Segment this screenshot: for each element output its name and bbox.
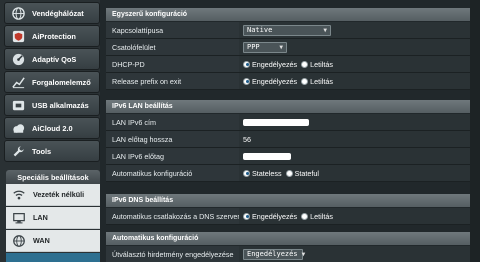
- sidebar-item-ipv6[interactable]: [6, 253, 100, 262]
- sidebar-item-label: LAN: [33, 213, 48, 222]
- ipv6-dns-table: Automatikus csatlakozás a DNS szerverhez…: [106, 208, 472, 225]
- sidebar-item-wan[interactable]: WAN: [6, 230, 100, 252]
- connection-type-select[interactable]: Native ▼: [243, 24, 331, 36]
- chevron-down-icon: ▼: [301, 250, 306, 258]
- sidebar-item-aicloud[interactable]: AiCloud 2.0: [4, 117, 100, 139]
- auto-dns-label: Automatikus csatlakozás a DNS szerverhez: [106, 208, 251, 224]
- sidebar-item-label: WAN: [33, 236, 50, 245]
- dhcp-pd-disable-radio[interactable]: Letiltás: [301, 60, 333, 69]
- lan-prefix-label: LAN IPv6 előtag: [106, 148, 239, 164]
- interface-label: Csatolófelület: [106, 39, 239, 55]
- analyzer-icon: [10, 74, 26, 90]
- radio-selected-icon: [243, 60, 250, 68]
- wrench-icon: [10, 143, 26, 159]
- sidebar-item-tools[interactable]: Tools: [4, 140, 100, 162]
- sidebar-item-label: USB alkalmazás: [32, 100, 89, 110]
- sidebar-item-wireless[interactable]: Vezeték nélküli: [6, 184, 100, 206]
- wifi-icon: [11, 187, 27, 203]
- chevron-down-icon: ▼: [279, 43, 283, 51]
- section-ipv6-lan-title: IPv6 LAN beállítás: [106, 100, 472, 113]
- auto-dns-row: Automatikus csatlakozás a DNS szerverhez…: [106, 208, 472, 225]
- lan-prefix-row: LAN IPv6 előtag: [106, 148, 472, 165]
- ipv6-lan-table: LAN IPv6 cím LAN előtag hossza 56 LAN IP…: [106, 114, 472, 182]
- radio-unselected-icon: [301, 60, 309, 68]
- redacted-value: [243, 152, 291, 160]
- globe-icon: [10, 5, 26, 21]
- sidebar-item-guest-network[interactable]: Vendéghálózat: [4, 2, 100, 24]
- auto-config-label: Automatikus konfiguráció: [106, 165, 239, 181]
- sidebar-item-usb-app[interactable]: USB alkalmazás: [4, 94, 100, 116]
- release-prefix-row: Release prefix on exit Engedélyezés Leti…: [106, 73, 472, 90]
- stateful-radio[interactable]: Stateful: [285, 169, 319, 178]
- radio-selected-icon: [243, 169, 250, 177]
- scrollbar[interactable]: [470, 0, 480, 262]
- sidebar-item-label: Adaptív QoS: [32, 54, 77, 64]
- chevron-down-icon: ▼: [323, 26, 327, 34]
- prefix-length-row: LAN előtag hossza 56: [106, 131, 472, 148]
- auto-config-row: Automatikus konfiguráció Stateless State…: [106, 165, 472, 182]
- radio-unselected-icon: [285, 169, 293, 177]
- router-adv-label: Útválasztó hirdetmény engedélyezése: [106, 246, 239, 262]
- redacted-value: [243, 118, 309, 126]
- release-prefix-enable-radio[interactable]: Engedélyezés: [243, 77, 297, 86]
- sidebar-item-label: Vendéghálózat: [32, 8, 84, 18]
- lan-icon: [11, 210, 27, 226]
- section-basic-config-title: Egyszerű konfiguráció: [106, 8, 472, 21]
- shield-icon: [10, 28, 26, 44]
- main-content: Egyszerű konfiguráció Kapcsolattípusa Na…: [103, 0, 480, 262]
- auto-dns-enable-radio[interactable]: Engedélyezés: [243, 212, 297, 221]
- dhcp-pd-label: DHCP-PD: [106, 56, 239, 72]
- router-adv-select[interactable]: Engedélyezés ▼: [243, 248, 306, 260]
- sidebar-item-label: AiProtection: [32, 31, 76, 41]
- stateless-radio[interactable]: Stateless: [243, 169, 282, 178]
- radio-selected-icon: [243, 77, 250, 85]
- basic-config-table: Kapcsolattípusa Native ▼ Csatolófelület …: [106, 22, 472, 90]
- prefix-length-label: LAN előtag hossza: [106, 131, 239, 147]
- interface-row: Csatolófelület PPP ▼: [106, 39, 472, 56]
- lan-ipv6-addr-label: LAN IPv6 cím: [106, 114, 239, 130]
- cloud-icon: [10, 120, 26, 136]
- prefix-length-value: 56: [243, 134, 251, 144]
- auto-dns-disable-radio[interactable]: Letiltás: [301, 212, 333, 221]
- connection-type-label: Kapcsolattípusa: [106, 22, 239, 38]
- section-auto-config-title: Automatikus konfiguráció: [106, 232, 472, 245]
- advanced-settings-header: Speciális beállítások: [6, 170, 100, 184]
- sidebar-item-label: AiCloud 2.0: [32, 123, 73, 133]
- connection-type-row: Kapcsolattípusa Native ▼: [106, 22, 472, 39]
- lan-ipv6-addr-row: LAN IPv6 cím: [106, 114, 472, 131]
- dhcp-pd-row: DHCP-PD Engedélyezés Letiltás: [106, 56, 472, 73]
- radio-selected-icon: [243, 212, 250, 220]
- wan-icon: [11, 233, 27, 249]
- section-ipv6-dns-title: IPv6 DNS beállítás: [106, 194, 472, 207]
- usb-icon: [10, 97, 26, 113]
- radio-unselected-icon: [301, 212, 309, 220]
- release-prefix-disable-radio[interactable]: Letiltás: [301, 77, 333, 86]
- sidebar-item-traffic-analyzer[interactable]: Forgalomelemző: [4, 71, 100, 93]
- sidebar: Vendéghálózat AiProtection Adaptív QoS F…: [0, 0, 100, 262]
- router-adv-row: Útválasztó hirdetmény engedélyezése Enge…: [106, 246, 472, 262]
- dhcp-pd-enable-radio[interactable]: Engedélyezés: [243, 60, 297, 69]
- interface-select[interactable]: PPP ▼: [243, 41, 287, 53]
- sidebar-item-label: Forgalomelemző: [32, 77, 91, 87]
- sidebar-item-label: Vezeték nélküli: [33, 190, 85, 199]
- sidebar-item-label: Tools: [32, 146, 52, 156]
- radio-unselected-icon: [301, 77, 309, 85]
- qos-icon: [10, 51, 26, 67]
- sidebar-item-aiprotection[interactable]: AiProtection: [4, 25, 100, 47]
- sidebar-item-lan[interactable]: LAN: [6, 207, 100, 229]
- sidebar-item-adaptive-qos[interactable]: Adaptív QoS: [4, 48, 100, 70]
- auto-config-table: Útválasztó hirdetmény engedélyezése Enge…: [106, 246, 472, 262]
- release-prefix-label: Release prefix on exit: [106, 73, 239, 89]
